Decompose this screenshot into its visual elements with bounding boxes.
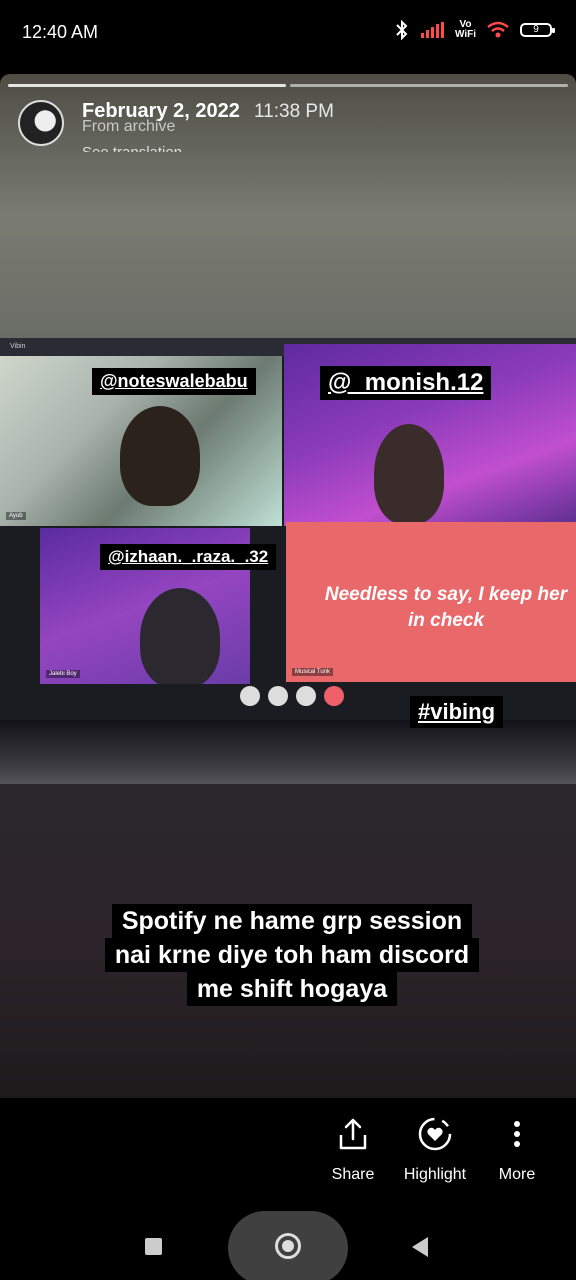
recents-icon[interactable]	[145, 1238, 162, 1255]
bluetooth-icon	[393, 20, 411, 40]
tile-label: Jalebi Boy	[46, 670, 80, 678]
more-label: More	[498, 1166, 536, 1183]
share-label: Share	[331, 1166, 375, 1183]
back-icon[interactable]	[412, 1237, 428, 1257]
post-time: 11:38 PM	[254, 101, 334, 122]
signal-icon	[420, 22, 445, 38]
camera-icon	[240, 686, 260, 706]
see-translation-link[interactable]: See translation	[82, 144, 232, 152]
mention-sticker[interactable]: @_monish.12	[320, 366, 492, 400]
more-button[interactable]: More	[472, 1116, 562, 1184]
mic-icon	[296, 686, 316, 706]
caption-line: me shift hogaya	[186, 972, 398, 1006]
status-time: 12:40 AM	[22, 22, 99, 42]
status-bar: 12:40 AM Vo WiFi 9	[0, 0, 576, 68]
vowifi-indicator: Vo WiFi	[454, 19, 476, 40]
share-button[interactable]: Share	[308, 1116, 398, 1184]
battery-icon: 9	[520, 23, 555, 37]
avatar[interactable]	[18, 100, 64, 146]
story-photo: Vibin Ayub Jalebi Boy Needless to say, I…	[0, 338, 576, 784]
participant-figure	[120, 406, 200, 506]
tile-label: Ayub	[6, 512, 26, 520]
caption-line: Spotify ne hame grp session	[111, 904, 473, 938]
call-controls	[240, 686, 344, 706]
end-call-icon	[324, 686, 344, 706]
more-vertical-icon	[472, 1116, 562, 1152]
post-date: February 2, 2022	[82, 100, 240, 122]
mention-sticker[interactable]: @noteswalebabu	[92, 368, 256, 395]
story-progress-segment	[290, 84, 568, 87]
participant-figure	[374, 424, 444, 524]
participant-figure	[140, 588, 220, 684]
screen-share-icon	[268, 686, 288, 706]
call-app-name: Vibin	[10, 343, 26, 350]
story-progress-segment	[8, 84, 286, 87]
story-action-bar: Share Highlight More	[0, 1098, 576, 1206]
video-tile: Needless to say, I keep her in check Mus…	[286, 522, 576, 682]
highlight-heart-icon	[390, 1116, 480, 1152]
hashtag-sticker[interactable]: #vibing	[410, 696, 504, 728]
story-caption: Spotify ne hame grp session nai krne diy…	[100, 904, 484, 1006]
highlight-button[interactable]: Highlight	[390, 1116, 480, 1184]
home-icon[interactable]	[275, 1233, 301, 1259]
laptop-bezel	[0, 720, 576, 784]
mention-sticker[interactable]: @izhaan._.raza._.32	[100, 544, 277, 570]
status-icons: Vo WiFi 9	[393, 19, 555, 40]
highlight-label: Highlight	[403, 1166, 467, 1183]
wifi-icon	[486, 21, 510, 39]
share-icon	[308, 1116, 398, 1152]
story-viewer[interactable]: From archive February 2, 2022 11:38 PM S…	[0, 74, 576, 1098]
tile-label: Musical Tunk	[292, 668, 334, 676]
caption-line: nai krne diye toh ham discord	[104, 938, 480, 972]
system-nav-bar	[0, 1206, 576, 1280]
shared-screen-quote: Needless to say, I keep her in check	[324, 584, 568, 631]
